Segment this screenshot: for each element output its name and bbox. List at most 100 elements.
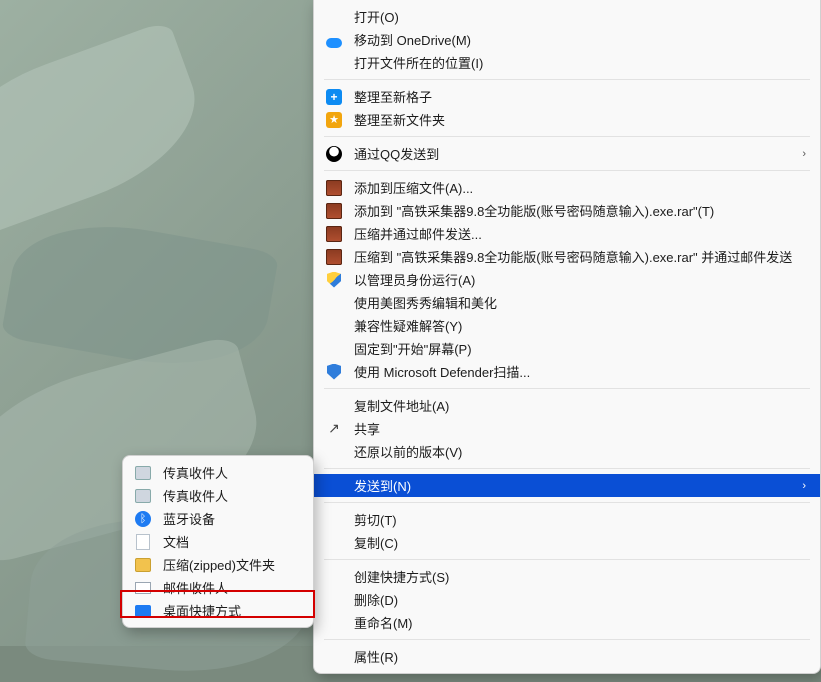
menu-separator (324, 639, 810, 640)
zip-icon (133, 556, 153, 574)
menu-item-sendto[interactable]: 发送到(N)› (314, 474, 820, 497)
rar-icon (324, 202, 344, 220)
menu-item-cut[interactable]: 剪切(T) (314, 508, 820, 531)
menu-separator (324, 79, 810, 80)
menu-item-label: 发送到(N) (354, 476, 796, 495)
menu-item-delete[interactable]: 删除(D) (314, 588, 820, 611)
menu-item-label: 以管理员身份运行(A) (354, 270, 806, 289)
menu-item-fax2[interactable]: 传真收件人 (123, 484, 313, 507)
menu-item-runas[interactable]: 以管理员身份运行(A) (314, 268, 820, 291)
menu-item-newgrid[interactable]: + 整理至新格子 (314, 85, 820, 108)
menu-item-label: 传真收件人 (163, 463, 299, 482)
fax-icon (133, 487, 153, 505)
menu-item-label: 属性(R) (354, 647, 806, 666)
blank-icon (324, 534, 344, 552)
menu-item-pin[interactable]: 固定到"开始"屏幕(P) (314, 337, 820, 360)
menu-item-label: 重命名(M) (354, 613, 806, 632)
menu-item-desktop[interactable]: 桌面快捷方式 (123, 599, 313, 622)
menu-item-shortcut[interactable]: 创建快捷方式(S) (314, 565, 820, 588)
menu-item-label: 通过QQ发送到 (354, 144, 796, 163)
menu-item-qqsend[interactable]: 通过QQ发送到› (314, 142, 820, 165)
blank-icon (324, 294, 344, 312)
menu-item-copy[interactable]: 复制(C) (314, 531, 820, 554)
blank-icon (324, 477, 344, 495)
menu-item-label: 复制(C) (354, 533, 806, 552)
blank-icon (324, 568, 344, 586)
menu-item-fax1[interactable]: 传真收件人 (123, 461, 313, 484)
menu-item-openloc[interactable]: 打开文件所在的位置(I) (314, 51, 820, 74)
menu-item-addrarname[interactable]: 添加到 "高铁采集器9.8全功能版(账号密码随意输入).exe.rar"(T) (314, 199, 820, 222)
menu-item-rarmailname[interactable]: 压缩到 "高铁采集器9.8全功能版(账号密码随意输入).exe.rar" 并通过… (314, 245, 820, 268)
menu-item-label: 蓝牙设备 (163, 509, 299, 528)
desk-icon (133, 602, 153, 620)
menu-separator (324, 170, 810, 171)
cloud-icon (324, 31, 344, 49)
menu-item-label: 添加到压缩文件(A)... (354, 178, 806, 197)
menu-item-label: 桌面快捷方式 (163, 601, 299, 620)
penguin-icon (324, 145, 344, 163)
fax-icon (133, 464, 153, 482)
mail-icon (133, 579, 153, 597)
menu-item-addrar[interactable]: 添加到压缩文件(A)... (314, 176, 820, 199)
menu-item-label: 打开文件所在的位置(I) (354, 53, 806, 72)
blank-icon (324, 614, 344, 632)
menu-item-label: 兼容性疑难解答(Y) (354, 316, 806, 335)
menu-item-label: 固定到"开始"屏幕(P) (354, 339, 806, 358)
menu-separator (324, 388, 810, 389)
menu-item-label: 还原以前的版本(V) (354, 442, 806, 461)
menu-item-newfolder[interactable]: ★整理至新文件夹 (314, 108, 820, 131)
menu-item-restore[interactable]: 还原以前的版本(V) (314, 440, 820, 463)
chevron-right-icon: › (796, 480, 806, 492)
menu-item-zip[interactable]: 压缩(zipped)文件夹 (123, 553, 313, 576)
menu-item-label: 整理至新格子 (354, 87, 806, 106)
rar-icon (324, 225, 344, 243)
blank-icon (324, 340, 344, 358)
menu-item-rename[interactable]: 重命名(M) (314, 611, 820, 634)
menu-item-label: 使用美图秀秀编辑和美化 (354, 293, 806, 312)
chevron-right-icon: › (796, 148, 806, 160)
menu-item-rarmail[interactable]: 压缩并通过邮件发送... (314, 222, 820, 245)
rar-icon (324, 248, 344, 266)
menu-item-label: 添加到 "高铁采集器9.8全功能版(账号密码随意输入).exe.rar"(T) (354, 201, 806, 220)
menu-separator (324, 136, 810, 137)
menu-item-copypath[interactable]: 复制文件地址(A) (314, 394, 820, 417)
menu-separator (324, 468, 810, 469)
menu-item-docs[interactable]: 文档 (123, 530, 313, 553)
plus-icon: + (324, 88, 344, 106)
context-menu-sendto: 传真收件人传真收件人ᛒ蓝牙设备文档压缩(zipped)文件夹邮件收件人桌面快捷方… (122, 455, 314, 628)
menu-item-label: 创建快捷方式(S) (354, 567, 806, 586)
menu-item-onedrive[interactable]: 移动到 OneDrive(M) (314, 28, 820, 51)
menu-item-label: 压缩并通过邮件发送... (354, 224, 806, 243)
bt-icon: ᛒ (133, 510, 153, 528)
menu-item-props[interactable]: 属性(R) (314, 645, 820, 668)
menu-item-label: 打开(O) (354, 7, 806, 26)
menu-item-label: 删除(D) (354, 590, 806, 609)
menu-item-label: 剪切(T) (354, 510, 806, 529)
menu-item-label: 文档 (163, 532, 299, 551)
share-icon: ↗ (324, 420, 344, 438)
menu-item-label: 移动到 OneDrive(M) (354, 30, 806, 49)
menu-item-label: 压缩到 "高铁采集器9.8全功能版(账号密码随意输入).exe.rar" 并通过… (354, 247, 806, 266)
blank-icon (324, 397, 344, 415)
shield-icon (324, 271, 344, 289)
menu-item-label: 邮件收件人 (163, 578, 299, 597)
menu-item-label: 整理至新文件夹 (354, 110, 806, 129)
blank-icon (324, 591, 344, 609)
rar-icon (324, 179, 344, 197)
menu-item-label: 共享 (354, 419, 806, 438)
menu-item-label: 传真收件人 (163, 486, 299, 505)
menu-item-label: 压缩(zipped)文件夹 (163, 555, 299, 574)
menu-item-open[interactable]: 打开(O) (314, 5, 820, 28)
shieldblue-icon (324, 363, 344, 381)
menu-item-compat[interactable]: 兼容性疑难解答(Y) (314, 314, 820, 337)
menu-item-defender[interactable]: 使用 Microsoft Defender扫描... (314, 360, 820, 383)
doc-icon (133, 533, 153, 551)
menu-item-meitu[interactable]: 使用美图秀秀编辑和美化 (314, 291, 820, 314)
menu-separator (324, 559, 810, 560)
menu-item-share[interactable]: ↗ 共享 (314, 417, 820, 440)
blank-icon (324, 317, 344, 335)
menu-item-bt[interactable]: ᛒ 蓝牙设备 (123, 507, 313, 530)
menu-item-label: 使用 Microsoft Defender扫描... (354, 362, 806, 381)
menu-item-mail[interactable]: 邮件收件人 (123, 576, 313, 599)
blank-icon (324, 511, 344, 529)
